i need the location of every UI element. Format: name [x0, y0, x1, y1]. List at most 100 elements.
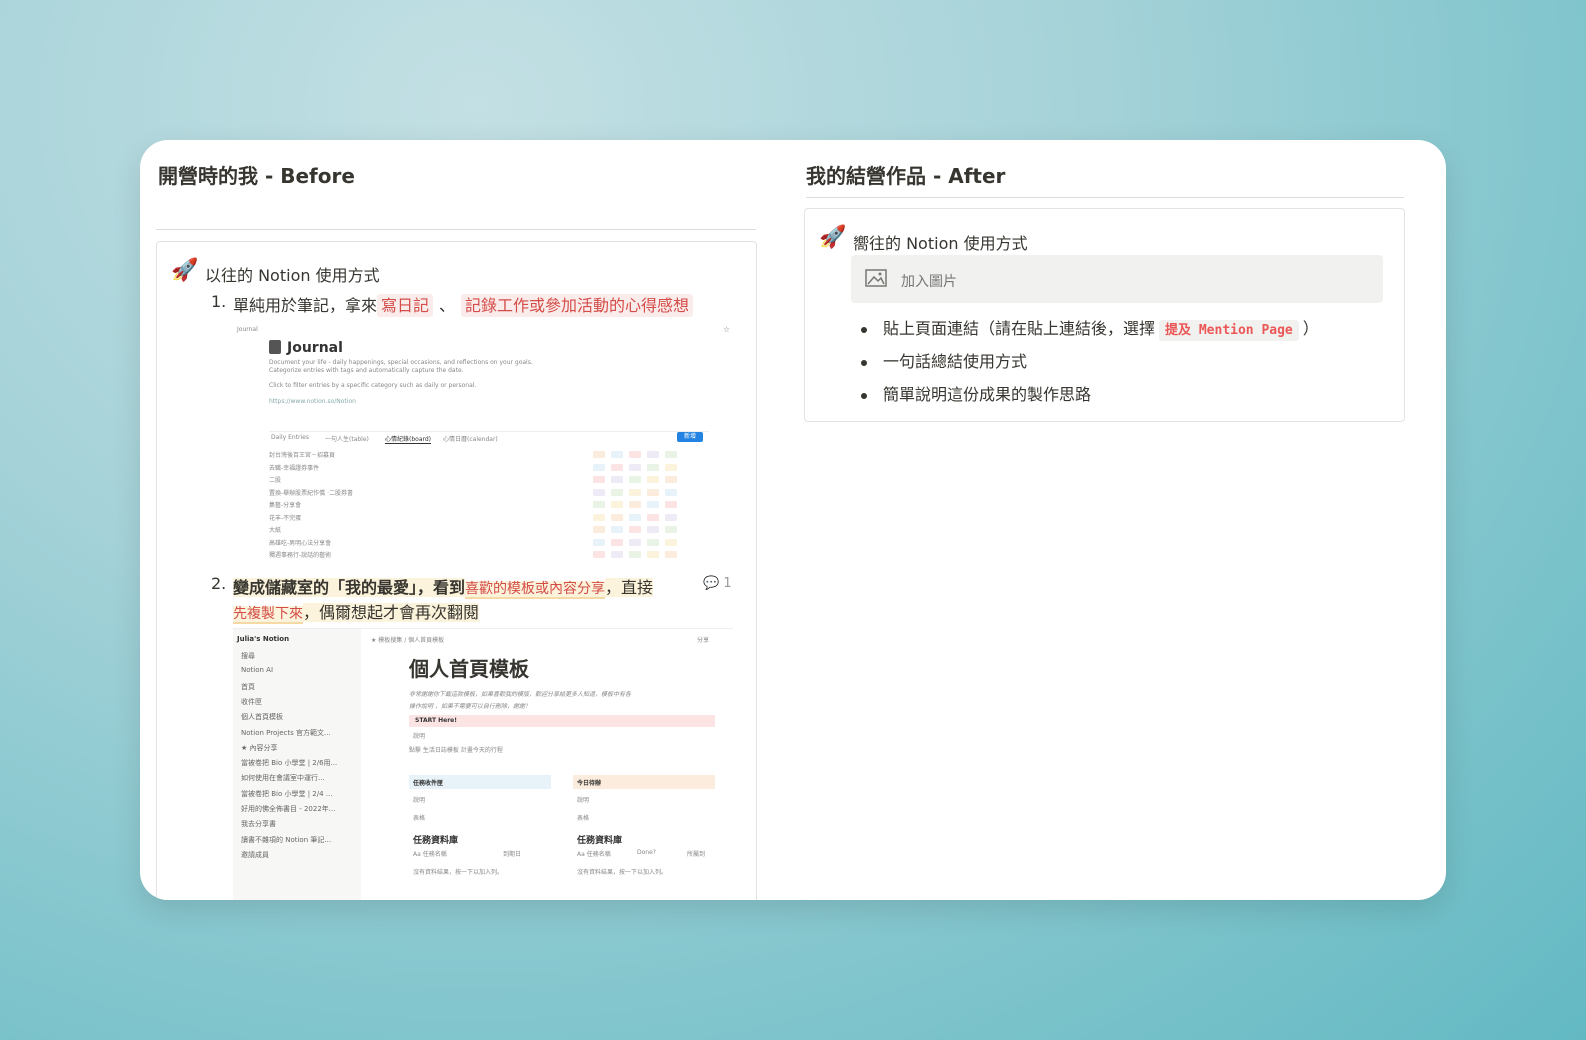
journal-row-tag	[665, 551, 677, 558]
todo-header-text: 今日待辦	[577, 780, 602, 787]
item2-part2: ，直接	[605, 578, 654, 597]
sidebar-item[interactable]: 邀請成員	[241, 850, 269, 860]
journal-row-tag	[647, 538, 659, 546]
journal-row-tag	[629, 501, 641, 508]
comment-indicator[interactable]: 💬 1	[703, 576, 732, 591]
bullet2-text: 一句話總結使用方式	[883, 352, 1028, 371]
journal-tab-4: 心情日曆(calendar)	[443, 436, 498, 443]
daily-link[interactable]: 點擊 生活日誌模板 計畫今天的行程	[409, 745, 503, 754]
journal-tab-1: Daily Entries	[271, 434, 309, 441]
journal-tabs-line	[269, 431, 709, 432]
journal-row[interactable]: 花丰-不完蛋	[269, 513, 301, 522]
sidebar-item[interactable]: 當被卷把 Bio 小學堂 | 2/4 ...	[241, 789, 332, 799]
after-divider	[806, 197, 1404, 198]
journal-row-tag	[611, 538, 623, 546]
sidebar-item[interactable]: 當被卷把 Bio 小學堂 | 2/6用...	[241, 758, 337, 768]
sidebar-item[interactable]: 收件匣	[241, 697, 262, 707]
bullet-dot	[861, 326, 867, 333]
bullet-1: 貼上頁面連結（請在貼上連結後，選擇 提及 Mention Page）	[861, 315, 1319, 341]
todo-explain[interactable]: 說明	[577, 795, 589, 804]
journal-row-tag	[611, 501, 623, 508]
journal-row-tag	[665, 463, 677, 471]
sidebar-item[interactable]: Notion Projects 官方範文...	[241, 728, 331, 738]
journal-row-tag	[611, 463, 623, 471]
journal-row-tag	[647, 513, 659, 521]
explain-toggle[interactable]: 說明	[413, 731, 425, 740]
inbox-explain[interactable]: 說明	[413, 795, 425, 804]
add-image-placeholder[interactable]: 加入圖片	[851, 255, 1383, 303]
journal-row-tag	[647, 526, 659, 533]
journal-row[interactable]: 獨週事務行-說話的藝術	[269, 550, 331, 559]
journal-row[interactable]: 集藝-分享會	[269, 500, 301, 509]
journal-book-icon	[269, 340, 281, 354]
comment-count: 1	[723, 576, 732, 591]
journal-row-tag	[611, 451, 623, 458]
journal-row[interactable]: 高雄吃-男明心法分享會	[269, 538, 331, 547]
item2-red2: 先複製下來	[233, 606, 303, 624]
notion-intro-2: 操作說明 ，如果不需要可以自行刪除，謝謝！	[409, 703, 531, 710]
journal-row-tag	[611, 513, 623, 521]
sidebar-item[interactable]: 我去分享書	[241, 819, 276, 829]
sidebar-item[interactable]: 如何使用在會議室中運行...	[241, 773, 325, 783]
journal-row-tag	[629, 551, 641, 558]
rocket-icon: 🚀	[171, 258, 199, 283]
sidebar-item[interactable]: 搜尋	[241, 651, 255, 661]
after-callout: 🚀 嚮往的 Notion 使用方式 加入圖片 貼上頁面連結（請在貼上連結後，選擇…	[804, 208, 1405, 422]
journal-row[interactable]: 去職-幸福證券事件	[269, 463, 319, 472]
journal-row[interactable]: 置換-舉辦股票紀作僑 ·二股券書	[269, 488, 353, 497]
list-item-2-line-2: 先複製下來，偶爾想起才會再次翻閱	[233, 599, 480, 624]
journal-row[interactable]: 二股	[269, 475, 281, 484]
before-divider	[156, 229, 756, 230]
inbox-db-title: 任務資料庫	[413, 836, 459, 846]
bullet3-text: 簡單說明這份成果的製作思路	[883, 385, 1092, 404]
sidebar-item[interactable]: Notion AI	[241, 666, 273, 674]
inbox-view[interactable]: 表格	[413, 813, 425, 822]
todo-view[interactable]: 表格	[577, 813, 589, 822]
journal-row-tag	[629, 513, 641, 521]
journal-row[interactable]: 大紙	[269, 525, 281, 534]
sidebar-item[interactable]: ★ 內容分享	[241, 743, 278, 753]
comment-icon: 💬	[703, 576, 720, 591]
journal-row-tag	[647, 501, 659, 508]
journal-row-tag	[665, 488, 677, 496]
bullet1-prefix: 貼上頁面連結（請在貼上連結後，選擇	[883, 319, 1156, 338]
journal-desc-1: Document your life - daily happenings, s…	[269, 359, 533, 366]
journal-row-tag	[611, 551, 623, 558]
journal-row-tag	[629, 451, 641, 458]
todo-db-title: 任務資料庫	[577, 836, 623, 846]
journal-screenshot: Journal ☆ Journal Document your life - d…	[233, 322, 733, 562]
todo-col-done: Done?	[637, 849, 656, 856]
journal-row-tag	[665, 538, 677, 546]
notion-sidebar: Julia's Notion 搜尋 Notion AI 首頁 收件匣 個人首頁模板 Not…	[233, 629, 361, 900]
inbox-col-name: Aa 任務名稱	[413, 851, 447, 858]
rocket-icon: 🚀	[819, 225, 847, 250]
sidebar-item[interactable]: 個人首頁模板	[241, 712, 283, 722]
journal-new-button[interactable]: 新增	[677, 432, 703, 442]
list-number-2: 2.	[211, 574, 227, 593]
start-here-text: START Here!	[415, 717, 457, 724]
bullet1-suffix: ）	[1302, 319, 1319, 338]
journal-row-tag	[593, 476, 605, 483]
item2-part1: 變成儲藏室的「我的最愛」，看到	[233, 578, 466, 597]
todo-header: 今日待辦	[573, 775, 715, 789]
journal-row-tag	[647, 463, 659, 471]
journal-row-tag	[593, 463, 605, 471]
journal-title: Journal	[287, 340, 343, 356]
sidebar-item[interactable]: 首頁	[241, 682, 255, 692]
todo-col-name: Aa 任務名稱	[577, 851, 611, 858]
before-callout-title: 以往的 Notion 使用方式	[205, 266, 380, 285]
inbox-header-text: 任務收件匣	[413, 780, 444, 787]
image-icon	[865, 269, 887, 287]
journal-row[interactable]: 封台灣後百王宮－招募頁	[269, 450, 335, 459]
journal-row-tag	[593, 501, 605, 508]
notion-share[interactable]: 分享	[697, 635, 709, 644]
sidebar-item[interactable]: 讀書不雜項的 Notion 筆記...	[241, 835, 331, 845]
tag-diary: 寫日記	[377, 294, 434, 317]
journal-row-tag	[611, 488, 623, 496]
notion-intro-1: 非常謝謝你下載這款模板，如果喜歡我的模版，歡迎分享給更多人知道，模板中有各	[409, 691, 632, 698]
sidebar-item[interactable]: 好用的佛全佈書目 - 2022年...	[241, 804, 335, 814]
notion-breadcrumb: ★ 模板搜集 / 個人首頁模板	[371, 637, 445, 644]
journal-row-tag	[593, 451, 605, 458]
before-callout: 🚀 以往的 Notion 使用方式 1. 單純用於筆記，拿來 寫日記、記錄工作或參…	[156, 241, 757, 900]
journal-row-tag	[665, 451, 677, 458]
